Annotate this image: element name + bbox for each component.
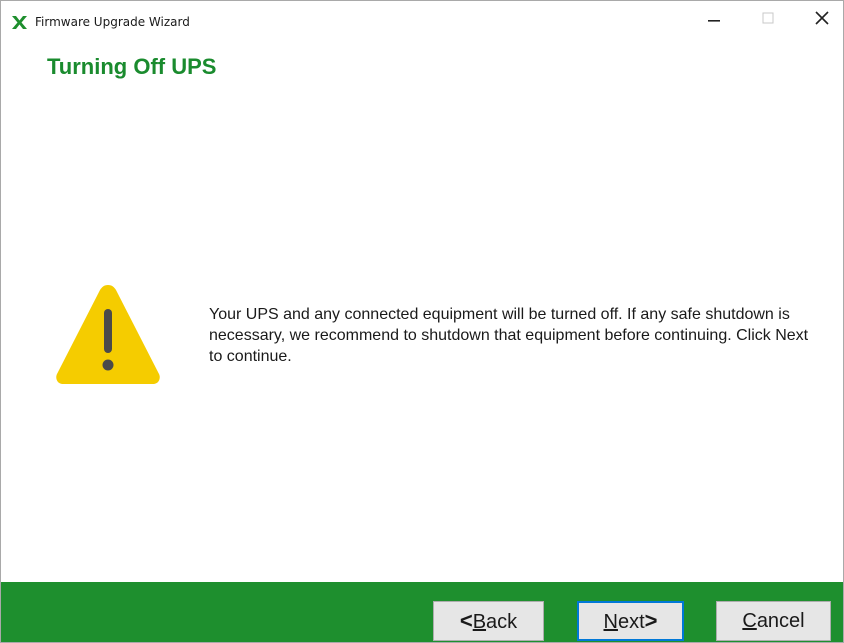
- next-button-label: Next>: [603, 608, 658, 633]
- page-title: Turning Off UPS: [47, 54, 217, 79]
- maximize-icon: [762, 12, 774, 24]
- close-button[interactable]: [799, 1, 843, 35]
- window-title: Firmware Upgrade Wizard: [35, 15, 190, 29]
- maximize-button[interactable]: [745, 1, 791, 35]
- back-button[interactable]: <Back: [433, 601, 544, 641]
- cancel-button[interactable]: Cancel: [716, 601, 831, 641]
- app-x-logo-icon: [12, 16, 27, 29]
- wizard-window: Firmware Upgrade Wizard Turning Off UPS …: [0, 0, 844, 643]
- back-button-label: <Back: [459, 608, 518, 633]
- title-bar[interactable]: Firmware Upgrade Wizard: [1, 1, 843, 35]
- minimize-button[interactable]: [691, 1, 737, 35]
- cancel-button-label: Cancel: [742, 609, 805, 632]
- warning-icon: [56, 285, 160, 384]
- close-icon: [815, 11, 829, 25]
- minimize-icon: [708, 20, 720, 22]
- warning-message: Your UPS and any connected equipment wil…: [209, 306, 809, 365]
- next-button[interactable]: Next>: [577, 601, 684, 641]
